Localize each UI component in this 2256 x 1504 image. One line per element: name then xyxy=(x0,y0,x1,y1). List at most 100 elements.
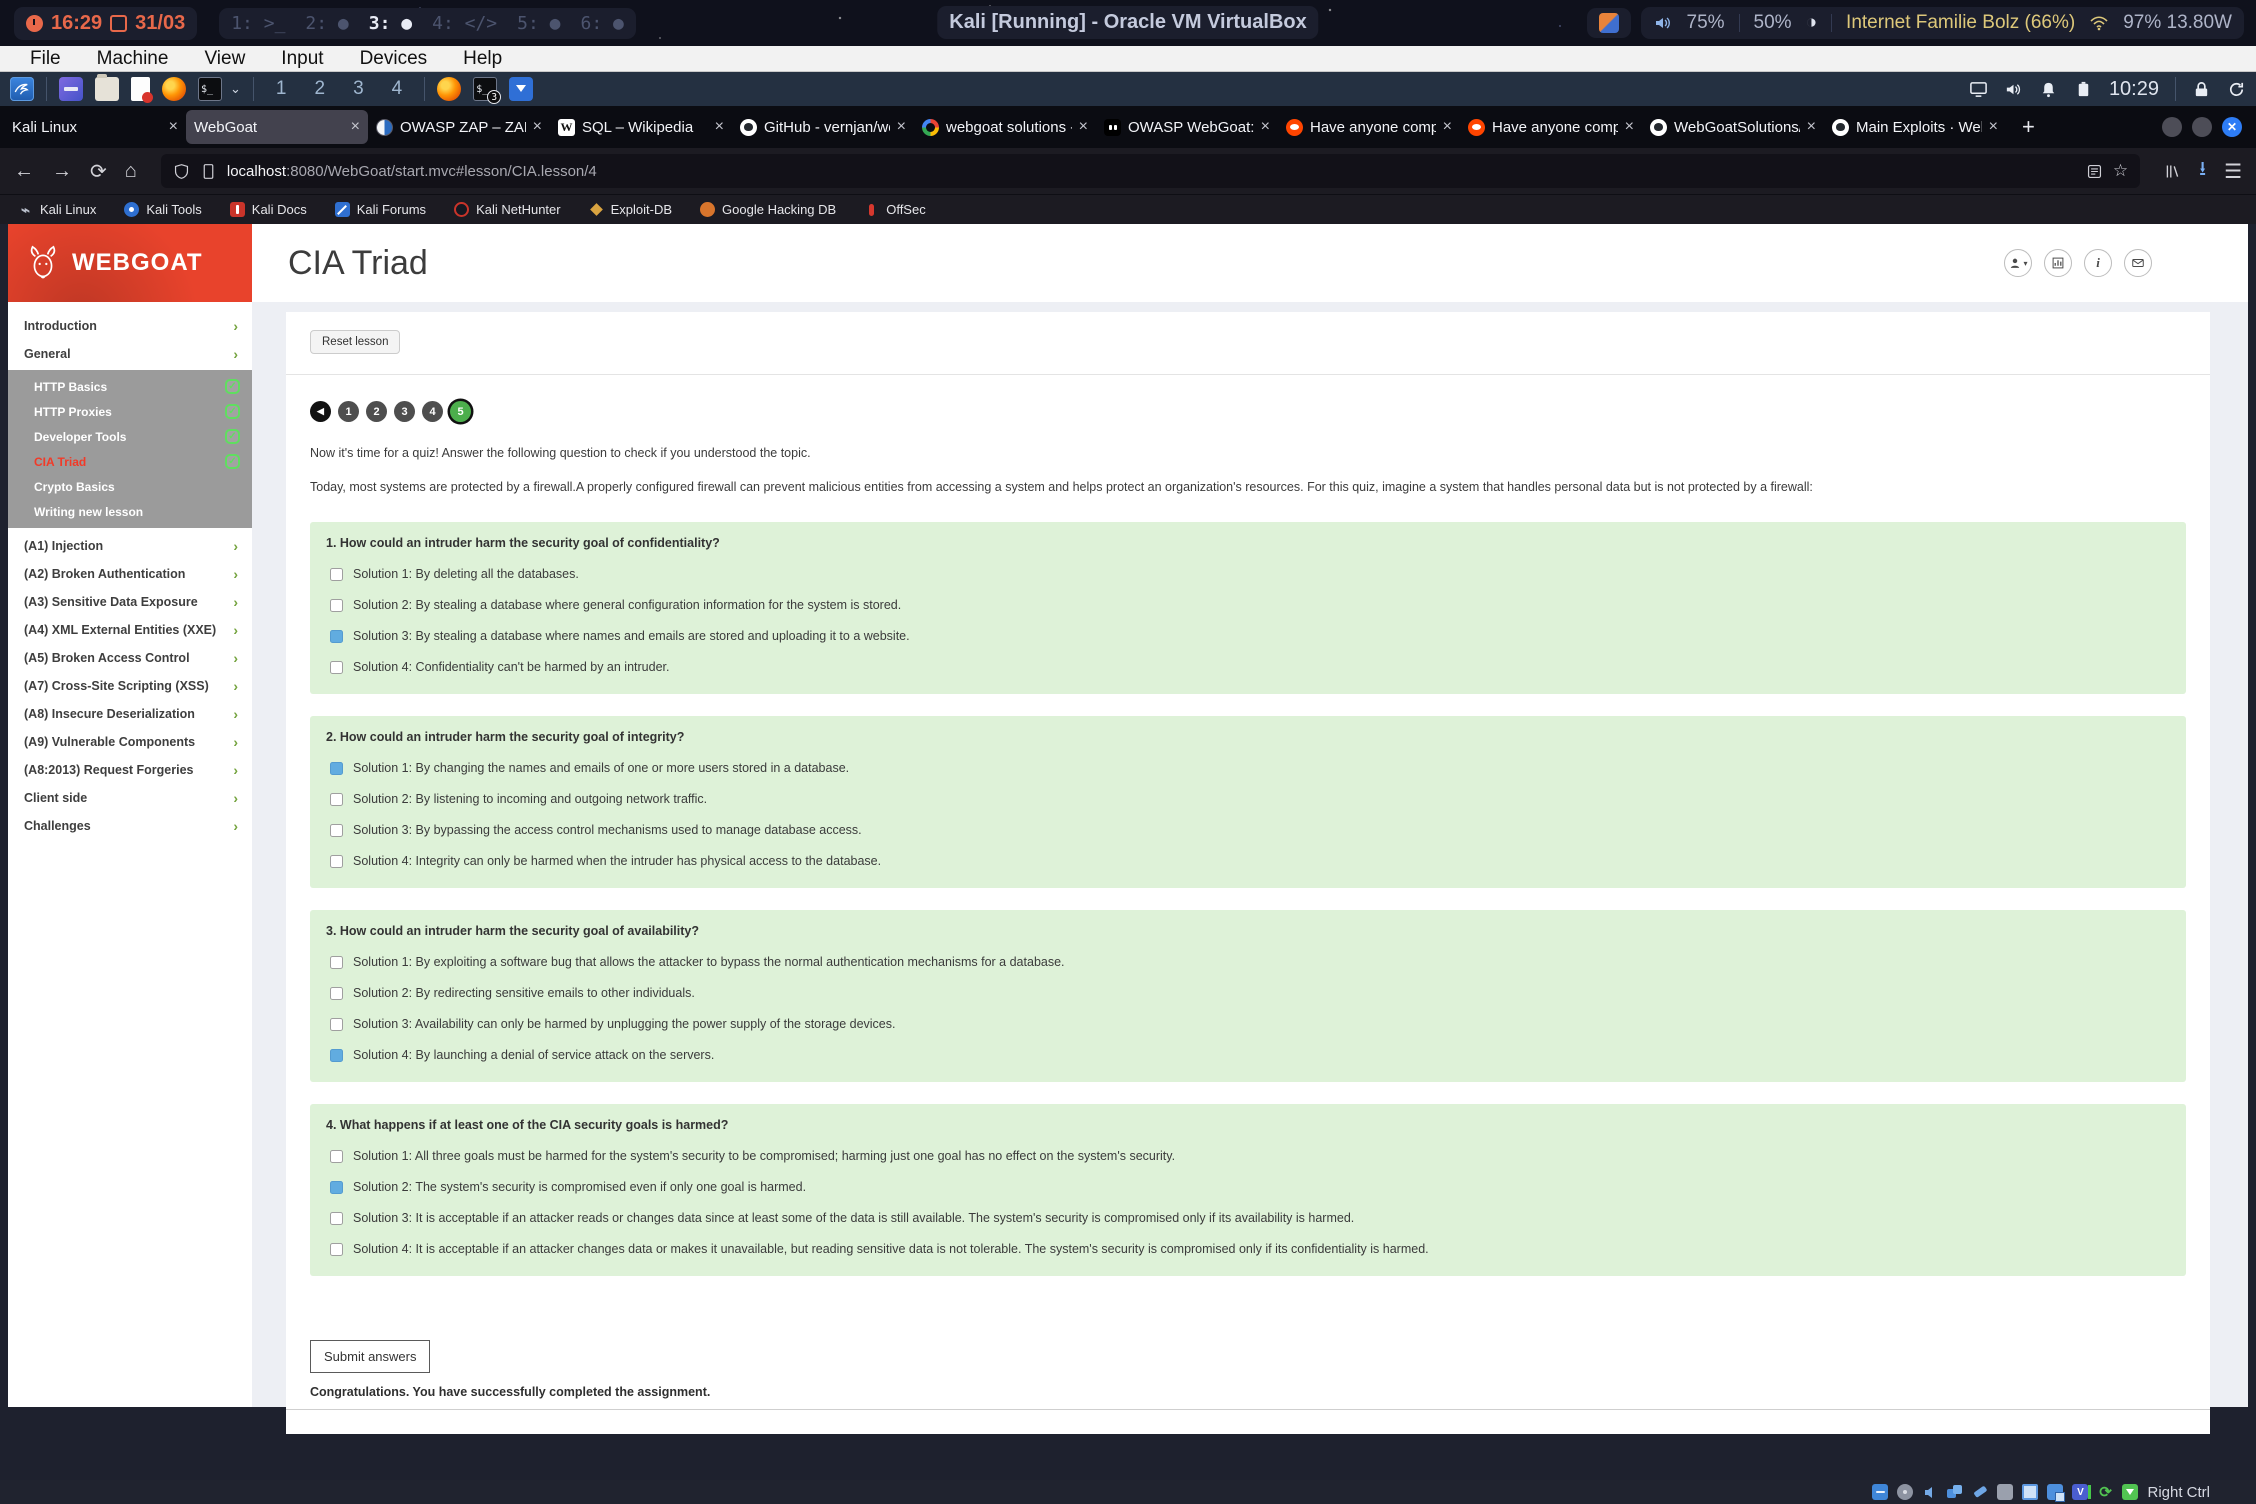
page-5-button-active[interactable]: 5 xyxy=(450,401,471,422)
submit-answers-button[interactable]: Submit answers xyxy=(310,1340,430,1373)
quiz-option[interactable]: Solution 3: Availability can only be har… xyxy=(326,1017,2170,1031)
menu-view[interactable]: View xyxy=(204,48,245,70)
tab-webgoatsolutions[interactable]: WebGoatSolutions/S × xyxy=(1642,110,1824,144)
checkbox[interactable] xyxy=(330,1018,343,1031)
hard-disk-icon[interactable] xyxy=(1872,1484,1888,1500)
reader-view-icon[interactable] xyxy=(2086,163,2103,180)
user-menu-button[interactable]: ▾ xyxy=(2004,249,2032,277)
bookmark-google-hacking-db[interactable]: Google Hacking DB xyxy=(700,202,836,217)
bookmark-kali-tools[interactable]: Kali Tools xyxy=(124,202,201,217)
checkbox[interactable] xyxy=(330,1049,343,1062)
page-1-button[interactable]: 1 xyxy=(338,401,359,422)
about-button[interactable]: i xyxy=(2084,249,2112,277)
network-icon[interactable] xyxy=(1947,1484,1963,1500)
host-status-widget[interactable]: 75% 50% ◑ Internet Familie Bolz (66%) 97… xyxy=(1641,7,2245,39)
bookmark-kali-linux[interactable]: ⌁Kali Linux xyxy=(18,202,96,217)
sidebar-item-a5-broken-access[interactable]: (A5) Broken Access Control› xyxy=(8,644,252,672)
guest-clock[interactable]: 10:29 xyxy=(2109,78,2159,101)
checkbox[interactable] xyxy=(330,599,343,612)
maximize-button[interactable] xyxy=(2192,117,2212,137)
quiz-option[interactable]: Solution 4: Integrity can only be harmed… xyxy=(326,854,2170,868)
quiz-option[interactable]: Solution 3: By bypassing the access cont… xyxy=(326,823,2170,837)
quiz-option[interactable]: Solution 2: By listening to incoming and… xyxy=(326,792,2170,806)
sidebar-item-a8-insecure-deserialization[interactable]: (A8) Insecure Deserialization› xyxy=(8,700,252,728)
bookmark-exploit-db[interactable]: Exploit-DB xyxy=(589,202,672,217)
quiz-option[interactable]: Solution 1: By deleting all the database… xyxy=(326,567,2170,581)
tab-google-search[interactable]: webgoat solutions - × xyxy=(914,110,1096,144)
guest-workspace-1[interactable]: 1 xyxy=(276,78,287,100)
checkbox[interactable] xyxy=(330,568,343,581)
tab-reddit-2[interactable]: Have anyone comple × xyxy=(1460,110,1642,144)
sidebar-item-a3-sensitive-data[interactable]: (A3) Sensitive Data Exposure› xyxy=(8,588,252,616)
page-info-icon[interactable] xyxy=(200,163,217,180)
contact-button[interactable] xyxy=(2124,249,2152,277)
usb-icon[interactable] xyxy=(1969,1481,1991,1503)
lock-screen-icon[interactable] xyxy=(2192,80,2211,99)
terminal-launcher[interactable]: $_ xyxy=(198,77,222,101)
drag-drop-icon[interactable]: ⟳ xyxy=(2097,1484,2113,1500)
sidebar-item-introduction[interactable]: Introduction› xyxy=(8,312,252,340)
sidebar-item-a1-injection[interactable]: (A1) Injection› xyxy=(8,532,252,560)
checkbox[interactable] xyxy=(330,762,343,775)
quiz-option[interactable]: Solution 3: It is acceptable if an attac… xyxy=(326,1211,2170,1225)
quiz-option[interactable]: Solution 4: By launching a denial of ser… xyxy=(326,1048,2170,1062)
workspace-1[interactable]: 1: >_ xyxy=(231,13,285,34)
tab-webgoat-active[interactable]: WebGoat × xyxy=(186,110,368,144)
lesson-cia-triad-active[interactable]: CIA Triad✓ xyxy=(8,449,252,474)
kali-menu-button[interactable] xyxy=(10,77,34,101)
tab-close-icon[interactable]: × xyxy=(1625,118,1634,136)
terminal-window-button[interactable]: $_ 3 xyxy=(473,77,497,101)
checkbox[interactable] xyxy=(330,987,343,1000)
clock-date-widget[interactable]: 16:29 31/03 xyxy=(14,7,197,40)
checkbox[interactable] xyxy=(330,855,343,868)
lesson-crypto-basics[interactable]: Crypto Basics xyxy=(8,474,252,499)
tab-close-icon[interactable]: × xyxy=(351,118,360,136)
close-window-button[interactable]: ✕ xyxy=(2222,117,2242,137)
webgoat-brand[interactable]: WEBGOAT xyxy=(8,224,252,302)
library-icon[interactable] xyxy=(2164,163,2181,180)
recording-icon[interactable]: V xyxy=(2072,1484,2088,1500)
sidebar-item-challenges[interactable]: Challenges› xyxy=(8,812,252,840)
quiz-option[interactable]: Solution 1: All three goals must be harm… xyxy=(326,1149,2170,1163)
quiz-option[interactable]: Solution 1: By exploiting a software bug… xyxy=(326,955,2170,969)
bookmark-offsec[interactable]: OffSec xyxy=(864,202,926,217)
volume-icon[interactable] xyxy=(2004,80,2023,99)
tab-close-icon[interactable]: × xyxy=(1807,118,1816,136)
tab-close-icon[interactable]: × xyxy=(897,118,906,136)
guest-workspace-3[interactable]: 3 xyxy=(353,78,364,100)
file-manager-launcher[interactable] xyxy=(59,77,83,101)
url-text[interactable]: localhost:8080/WebGoat/start.mvc#lesson/… xyxy=(227,163,2076,180)
bookmark-kali-docs[interactable]: Kali Docs xyxy=(230,202,307,217)
bookmark-kali-forums[interactable]: Kali Forums xyxy=(335,202,426,217)
tab-github-vernjan[interactable]: GitHub - vernjan/web × xyxy=(732,110,914,144)
tab-owasp-zap[interactable]: OWASP ZAP – ZAP i × xyxy=(368,110,550,144)
sidebar-item-a4-xxe[interactable]: (A4) XML External Entities (XXE)› xyxy=(8,616,252,644)
reload-button[interactable]: ⟳ xyxy=(90,159,107,184)
quiz-option[interactable]: Solution 3: By stealing a database where… xyxy=(326,629,2170,643)
checkbox[interactable] xyxy=(330,630,343,643)
checkbox[interactable] xyxy=(330,1181,343,1194)
quiz-option[interactable]: Solution 4: It is acceptable if an attac… xyxy=(326,1242,2170,1256)
tab-owasp-webgoat[interactable]: OWASP WebGoat: G × xyxy=(1096,110,1278,144)
tab-close-icon[interactable]: × xyxy=(1079,118,1088,136)
notifications-bell-icon[interactable] xyxy=(2039,80,2058,99)
previous-page-button[interactable]: ◀ xyxy=(310,401,331,422)
tab-kali-linux[interactable]: Kali Linux × xyxy=(4,110,186,144)
url-bar[interactable]: localhost:8080/WebGoat/start.mvc#lesson/… xyxy=(161,154,2140,188)
quiz-option[interactable]: Solution 2: The system's security is com… xyxy=(326,1180,2170,1194)
sidebar-item-a2-broken-authentication[interactable]: (A2) Broken Authentication› xyxy=(8,560,252,588)
guest-additions-icon[interactable] xyxy=(2122,1484,2138,1500)
menu-machine[interactable]: Machine xyxy=(97,48,169,70)
menu-file[interactable]: File xyxy=(30,48,61,70)
scoreboard-button[interactable] xyxy=(2044,249,2072,277)
menu-devices[interactable]: Devices xyxy=(360,48,428,70)
guest-workspace-2[interactable]: 2 xyxy=(314,78,325,100)
audio-icon[interactable] xyxy=(1922,1484,1938,1500)
home-button[interactable]: ⌂ xyxy=(125,160,137,183)
tab-close-icon[interactable]: × xyxy=(1261,118,1270,136)
firefox-window-button[interactable] xyxy=(437,77,461,101)
tab-reddit-1[interactable]: Have anyone comple × xyxy=(1278,110,1460,144)
lesson-http-proxies[interactable]: HTTP Proxies✓ xyxy=(8,399,252,424)
files-launcher[interactable] xyxy=(95,77,119,101)
chevron-down-icon[interactable]: ⌄ xyxy=(230,81,241,97)
